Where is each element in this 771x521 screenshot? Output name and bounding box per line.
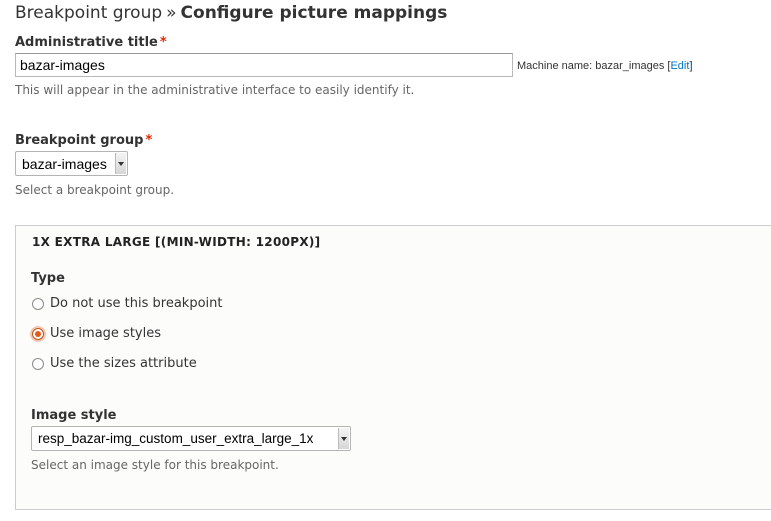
image-style-selected: resp_bazar-img_custom_user_extra_large_1… [38,431,314,446]
radio-use-image-styles[interactable]: Use image styles [32,326,161,341]
radio-button-checked[interactable] [32,327,44,340]
type-label: Type [31,271,65,286]
admin-title-input[interactable] [15,53,513,77]
machine-name-suffix: ] [689,60,693,72]
breakpoint-group-label-text: Breakpoint group [15,133,144,148]
machine-name-prefix: Machine name: bazar_images [ [517,60,671,72]
required-marker: * [159,35,167,50]
dropdown-arrow-icon[interactable] [338,428,349,449]
machine-name: Machine name: bazar_images [Edit] [517,60,693,72]
radio-label: Use the sizes attribute [50,356,197,371]
breakpoint-group-label: Breakpoint group * [15,133,152,148]
breakpoint-group-selected: bazar-images [22,155,107,172]
breakpoint-fieldset: 1X EXTRA LARGE [(MIN-WIDTH: 1200PX)] Typ… [15,225,771,510]
radio-button[interactable] [32,297,44,310]
image-style-label: Image style [31,408,117,423]
machine-name-edit-link[interactable]: Edit [670,60,689,72]
breakpoint-fieldset-legend: 1X EXTRA LARGE [(MIN-WIDTH: 1200PX)] [32,235,321,249]
page-title-text: Configure picture mappings [180,3,448,23]
breadcrumb-separator: » [166,3,177,23]
radio-do-not-use[interactable]: Do not use this breakpoint [32,296,222,311]
radio-label: Do not use this breakpoint [50,296,223,311]
admin-title-label-text: Administrative title [15,35,158,50]
page-title: Breakpoint group» Configure picture mappi… [15,3,447,23]
radio-label: Use image styles [50,326,161,341]
admin-title-label: Administrative title * [15,35,167,50]
image-style-description: Select an image style for this breakpoin… [31,458,279,472]
admin-title-description: This will appear in the administrative i… [15,83,415,97]
dropdown-arrow-icon[interactable] [115,153,126,174]
breakpoint-group-description: Select a breakpoint group. [15,183,175,197]
radio-button[interactable] [32,357,44,370]
image-style-select[interactable]: resp_bazar-img_custom_user_extra_large_1… [31,426,351,451]
required-marker: * [145,133,153,148]
radio-use-sizes-attribute[interactable]: Use the sizes attribute [32,356,197,371]
breadcrumb: Breakpoint group [15,3,163,23]
breakpoint-group-select[interactable]: bazar-images [15,151,128,176]
